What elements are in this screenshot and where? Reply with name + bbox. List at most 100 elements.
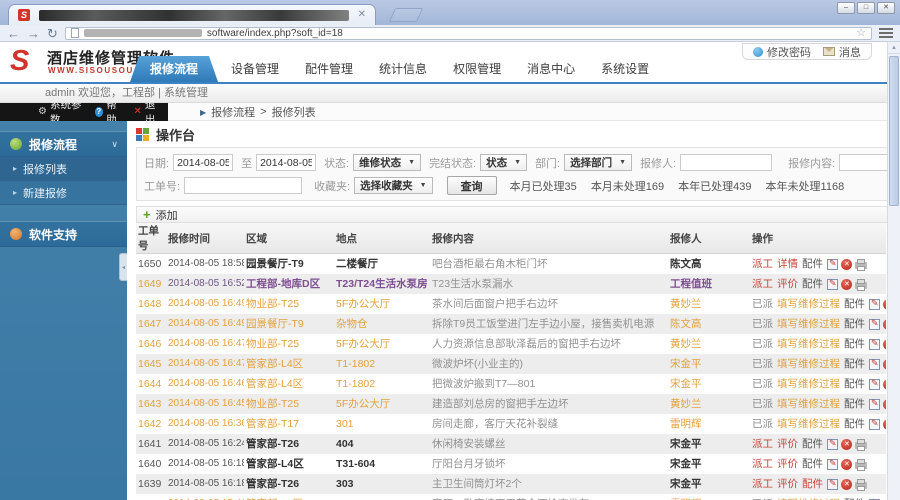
cell-reporter[interactable]: 雷明辉 — [668, 494, 750, 500]
action-parts[interactable]: 配件 — [844, 338, 865, 350]
action-parts[interactable]: 配件 — [844, 398, 865, 410]
cell-spot[interactable]: T14-603 — [334, 494, 430, 500]
cell-spot[interactable]: 5F办公大厅 — [334, 294, 430, 314]
status-select[interactable]: 维修状态 ▼ — [353, 154, 422, 171]
delete-icon[interactable] — [841, 458, 852, 470]
delete-icon[interactable] — [841, 478, 852, 490]
cell-id[interactable]: 1640 — [136, 454, 166, 474]
cell-id[interactable]: 1644 — [136, 374, 166, 394]
delete-icon[interactable] — [883, 358, 886, 370]
cell-reporter[interactable]: 陈文高 — [668, 314, 750, 334]
cell-reporter[interactable]: 雷明辉 — [668, 414, 750, 434]
tab-close-icon[interactable]: ✕ — [358, 10, 366, 20]
edit-icon[interactable] — [827, 258, 838, 270]
cell-area[interactable]: 物业部-T25 — [244, 394, 334, 414]
order-no-input[interactable] — [184, 177, 303, 194]
new-tab-button[interactable] — [388, 8, 424, 22]
cell-id[interactable]: 1642 — [136, 414, 166, 434]
action-fill-repair-process[interactable]: 填写维修过程 — [777, 338, 840, 350]
cell-id[interactable]: 1648 — [136, 294, 166, 314]
action-details[interactable]: 详情 — [777, 258, 798, 270]
action-parts[interactable]: 配件 — [844, 318, 865, 330]
print-icon[interactable] — [855, 458, 867, 471]
forward-icon[interactable]: → — [27, 27, 40, 40]
delete-icon[interactable] — [883, 338, 886, 350]
delete-icon[interactable] — [883, 398, 886, 410]
address-input[interactable]: software/index.php?soft_id=18 ☆ — [64, 26, 872, 40]
cell-reporter[interactable]: 陈文高 — [668, 254, 750, 274]
bookmark-star-icon[interactable]: ☆ — [856, 27, 866, 39]
action-fill-repair-process[interactable]: 填写维修过程 — [777, 378, 840, 390]
cell-reporter[interactable]: 宋金平 — [668, 454, 750, 474]
action-dispatch[interactable]: 派工 — [752, 258, 773, 270]
cell-spot[interactable]: T1-1802 — [334, 354, 430, 374]
action-dispatch[interactable]: 派工 — [752, 478, 773, 490]
action-parts[interactable]: 配件 — [802, 278, 823, 290]
delete-icon[interactable] — [883, 318, 886, 330]
edit-icon[interactable] — [827, 458, 838, 470]
finish-status-select[interactable]: 状态 ▼ — [480, 154, 528, 171]
refresh-icon[interactable]: ↻ — [47, 27, 58, 40]
favorites-select[interactable]: 选择收藏夹 ▼ — [354, 177, 433, 194]
action-parts[interactable]: 配件 — [802, 478, 823, 490]
action-parts[interactable]: 配件 — [844, 358, 865, 370]
print-icon[interactable] — [855, 258, 867, 271]
nav-tab-6[interactable]: 系统设置 — [588, 56, 662, 82]
cell-spot[interactable]: T31-604 — [334, 454, 430, 474]
edit-icon[interactable] — [827, 438, 838, 450]
sidebar-menu-repair-flow[interactable]: 报修流程 ∨ — [0, 131, 127, 157]
change-password-link[interactable]: 修改密码 — [753, 44, 811, 60]
cell-spot[interactable]: T1-1802 — [334, 374, 430, 394]
cell-id[interactable]: 1641 — [136, 434, 166, 454]
cell-area[interactable]: 园景餐厅-T9 — [244, 314, 334, 334]
cell-area[interactable]: 管家部-T17 — [244, 414, 334, 434]
window-minimize-button[interactable]: – — [837, 2, 855, 14]
nav-tab-4[interactable]: 权限管理 — [440, 56, 514, 82]
action-evaluate[interactable]: 评价 — [777, 278, 798, 290]
window-maximize-button[interactable]: □ — [857, 2, 875, 14]
action-evaluate[interactable]: 评价 — [777, 438, 798, 450]
edit-icon[interactable] — [869, 318, 880, 330]
nav-tab-0[interactable]: 报修流程 — [130, 56, 218, 82]
edit-icon[interactable] — [869, 378, 880, 390]
browser-tab[interactable]: S ✕ — [8, 4, 376, 25]
nav-tab-3[interactable]: 统计信息 — [366, 56, 440, 82]
edit-icon[interactable] — [869, 338, 880, 350]
cell-spot[interactable]: 二楼餐厅 — [334, 254, 430, 274]
cell-id[interactable]: 1643 — [136, 394, 166, 414]
add-button[interactable]: + 添加 — [136, 206, 892, 223]
cell-spot[interactable]: 301 — [334, 414, 430, 434]
date-to-input[interactable] — [256, 154, 317, 171]
delete-icon[interactable] — [883, 378, 886, 390]
cell-id[interactable]: 1638 — [136, 494, 166, 500]
action-evaluate[interactable]: 评价 — [777, 458, 798, 470]
cell-area[interactable]: 管家部-L4区 — [244, 374, 334, 394]
edit-icon[interactable] — [869, 298, 880, 310]
print-icon[interactable] — [855, 478, 867, 491]
sidebar-collapse-handle[interactable]: ◂ — [119, 253, 127, 281]
delete-icon[interactable] — [883, 298, 886, 310]
cell-reporter[interactable]: 宋金平 — [668, 374, 750, 394]
action-evaluate[interactable]: 评价 — [777, 478, 798, 490]
cell-area[interactable]: 物业部-T25 — [244, 294, 334, 314]
cell-spot[interactable]: 5F办公大厅 — [334, 334, 430, 354]
cell-reporter[interactable]: 黄妙兰 — [668, 394, 750, 414]
action-parts[interactable]: 配件 — [844, 378, 865, 390]
browser-menu-icon[interactable] — [879, 28, 893, 38]
cell-area[interactable]: 物业部-T25 — [244, 334, 334, 354]
dept-select[interactable]: 选择部门 ▼ — [564, 154, 633, 171]
cell-spot[interactable]: 杂物仓 — [334, 314, 430, 334]
sidebar-menu-software-support[interactable]: 软件支持 — [0, 221, 127, 247]
edit-icon[interactable] — [869, 418, 880, 430]
action-parts[interactable]: 配件 — [844, 418, 865, 430]
cell-spot[interactable]: 404 — [334, 434, 430, 454]
breadcrumb-parent[interactable]: 报修流程 — [211, 104, 255, 120]
cell-area[interactable]: 管家部-L4区 — [244, 454, 334, 474]
cell-spot[interactable]: 303 — [334, 474, 430, 494]
cell-id[interactable]: 1639 — [136, 474, 166, 494]
sidebar-item-new-repair[interactable]: ▸ 新建报修 — [0, 181, 127, 205]
edit-icon[interactable] — [869, 398, 880, 410]
cell-reporter[interactable]: 黄妙兰 — [668, 334, 750, 354]
search-button[interactable]: 查询 — [446, 176, 497, 195]
action-fill-repair-process[interactable]: 填写维修过程 — [777, 298, 840, 310]
